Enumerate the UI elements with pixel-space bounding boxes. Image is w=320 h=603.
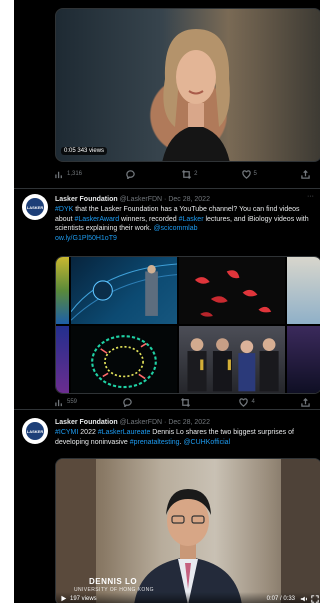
video-player[interactable]: 0:05 343 views bbox=[55, 8, 320, 162]
mention-link[interactable]: @scicommlab bbox=[153, 225, 197, 232]
tweet-header: Lasker Foundation @LaskerFDN · Dec 28, 2… bbox=[55, 195, 312, 204]
avatar[interactable]: LASKER bbox=[22, 194, 48, 220]
twitter-feed: 0:05 343 views 1,316 2 5 LASKER Lasker F… bbox=[14, 0, 320, 603]
timestamp[interactable]: · Dec 28, 2022 bbox=[164, 419, 210, 426]
share-button[interactable] bbox=[301, 397, 310, 407]
collage-tile bbox=[56, 257, 69, 324]
tweet-text: #ICYMI 2022 #LaskerLaureate Dennis Lo sh… bbox=[55, 429, 294, 446]
hashtag-link[interactable]: #DYK bbox=[55, 206, 73, 213]
share-icon bbox=[301, 397, 310, 407]
mention-link[interactable]: @CUHKofficial bbox=[183, 439, 230, 446]
collage-tile bbox=[179, 326, 285, 393]
heart-icon bbox=[241, 169, 251, 179]
heart-icon bbox=[239, 397, 249, 407]
display-name[interactable]: Lasker Foundation bbox=[55, 196, 118, 203]
fullscreen-icon[interactable] bbox=[311, 595, 319, 603]
reply-icon bbox=[123, 397, 132, 407]
video-caption: DENNIS LO bbox=[89, 577, 138, 586]
volume-icon[interactable] bbox=[300, 595, 308, 603]
timestamp[interactable]: · Dec 28, 2022 bbox=[164, 196, 210, 203]
lasker-logo-icon: LASKER bbox=[26, 198, 44, 216]
retweet-icon bbox=[181, 397, 191, 407]
video-duration-badge: 0:05 343 views bbox=[61, 147, 108, 155]
tweet-2[interactable]: LASKER Lasker Foundation @LaskerFDN · De… bbox=[14, 188, 320, 410]
collage-tile bbox=[71, 257, 177, 324]
tweet-3[interactable]: LASKER Lasker Foundation @LaskerFDN · De… bbox=[14, 409, 320, 603]
retweet-icon bbox=[182, 169, 192, 179]
retweet-button[interactable]: 2 bbox=[182, 169, 197, 179]
collage-tile bbox=[71, 326, 177, 393]
reply-icon bbox=[126, 169, 135, 179]
url-link[interactable]: ow.ly/G1Pl50H1oT9 bbox=[55, 235, 117, 242]
tweet-text: #DYK that the Lasker Foundation has a Yo… bbox=[55, 206, 309, 242]
share-icon bbox=[301, 169, 310, 179]
tweet-1[interactable]: 0:05 343 views 1,316 2 5 bbox=[14, 0, 320, 188]
handle[interactable]: @LaskerFDN bbox=[120, 419, 163, 426]
share-button[interactable] bbox=[301, 169, 310, 179]
collage-tile bbox=[287, 326, 320, 393]
video-player[interactable]: DENNIS LO UNIVERSITY OF HONG KONG 197 vi… bbox=[55, 458, 320, 603]
hashtag-link[interactable]: #prenataltesting bbox=[130, 439, 180, 446]
handle[interactable]: @LaskerFDN bbox=[120, 196, 163, 203]
play-icon[interactable] bbox=[60, 595, 67, 602]
avatar[interactable]: LASKER bbox=[22, 418, 48, 444]
bar-chart-icon bbox=[55, 171, 62, 178]
more-options-icon[interactable]: ··· bbox=[307, 193, 314, 200]
lasker-logo-icon: LASKER bbox=[26, 422, 44, 440]
hashtag-link[interactable]: #ICYMI bbox=[55, 429, 78, 436]
like-button[interactable]: 4 bbox=[239, 397, 255, 407]
like-button[interactable]: 5 bbox=[241, 169, 257, 179]
collage-tile bbox=[179, 257, 285, 324]
views-button[interactable]: 1,316 bbox=[55, 170, 82, 179]
image-collage[interactable] bbox=[55, 256, 320, 394]
collage-tile bbox=[287, 257, 320, 324]
view-count: 197 views bbox=[70, 596, 97, 602]
retweet-button[interactable] bbox=[181, 397, 193, 407]
tweet-header: Lasker Foundation @LaskerFDN · Dec 28, 2… bbox=[55, 418, 312, 427]
tweet-2-actions: 559 4 bbox=[55, 395, 310, 409]
speaker-image bbox=[162, 29, 230, 161]
views-button[interactable]: 559 bbox=[55, 398, 77, 407]
hashtag-link[interactable]: #LaskerAward bbox=[74, 216, 119, 223]
hashtag-link[interactable]: #LaskerLaureate bbox=[98, 429, 151, 436]
reply-button[interactable] bbox=[126, 169, 138, 179]
collage-tile bbox=[56, 326, 69, 393]
hashtag-link[interactable]: #Lasker bbox=[179, 216, 204, 223]
tweet-1-actions: 1,316 2 5 bbox=[55, 167, 310, 181]
display-name[interactable]: Lasker Foundation bbox=[55, 419, 118, 426]
bar-chart-icon bbox=[55, 399, 62, 406]
video-timecode: 0:07 / 0:33 bbox=[266, 596, 295, 602]
reply-button[interactable] bbox=[123, 397, 135, 407]
